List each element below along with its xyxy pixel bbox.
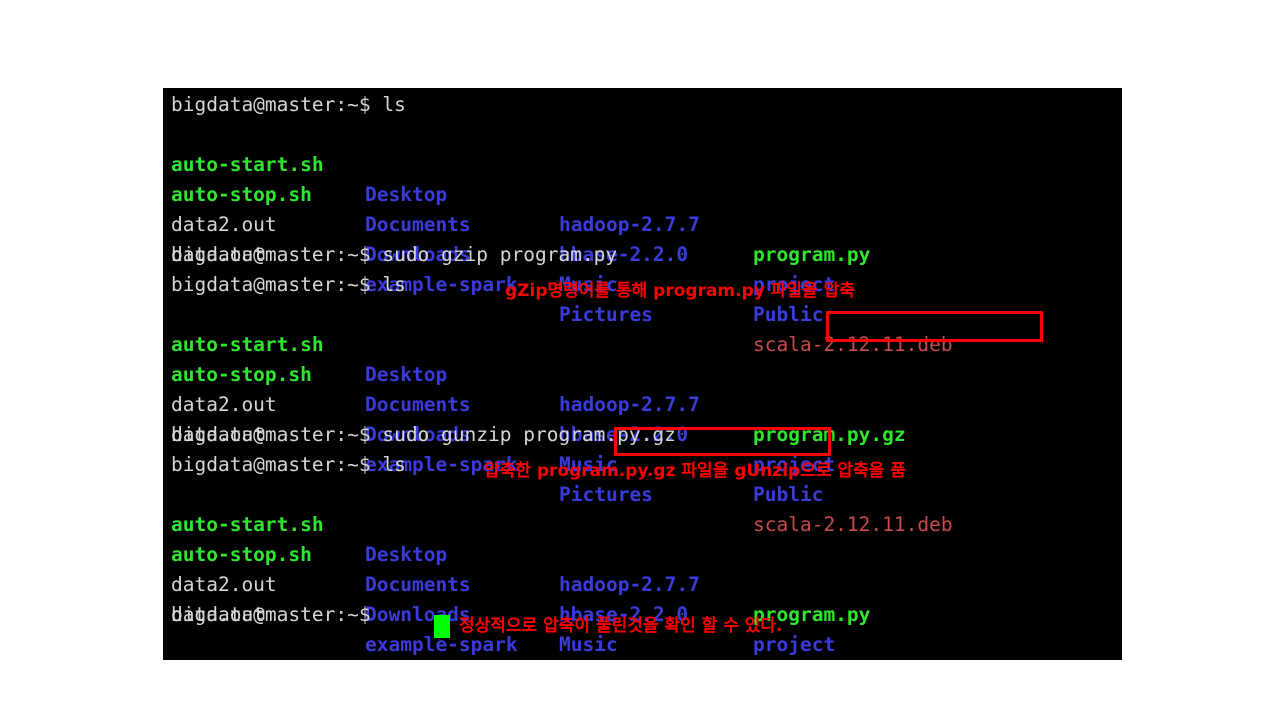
annotation-gunzip: 압축한 program.py.gz 파일을 gUnzip으로 압축을 품	[484, 461, 906, 481]
annotation-result: 정상적으로 압축이 풀린것을 확인 할 수 있다.	[459, 616, 783, 636]
terminal-line: bigdata@master:~$ ls	[171, 270, 406, 300]
terminal-line: bigdata@master:~$ sudo gunzip program.py…	[171, 420, 676, 450]
file-entry: hadoop-2.7.7	[559, 393, 700, 416]
shell-prompt: bigdata@master:~$	[171, 273, 371, 296]
file-entry: Documents	[365, 573, 471, 596]
annotation-gzip: gZip명령어를 통해 program.py 파일을 압축	[505, 281, 855, 301]
shell-prompt: bigdata@master:~$	[171, 453, 371, 476]
shell-prompt: bigdata@master:~$	[171, 243, 371, 266]
shell-prompt: bigdata@master:~$	[171, 603, 371, 626]
file-entry: Public	[753, 483, 824, 506]
terminal-line: bigdata@master:~$ ls	[171, 90, 406, 120]
file-entry: Downloads	[365, 603, 471, 626]
file-entry: Desktop	[365, 543, 448, 566]
shell-prompt: bigdata@master:~$	[171, 423, 371, 446]
file-entry: program.py	[753, 243, 871, 266]
shell-command: ls	[370, 273, 406, 296]
file-entry: Desktop	[365, 183, 448, 206]
shell-command: sudo gzip program.py	[370, 243, 618, 266]
shell-command: ls	[370, 93, 406, 116]
file-entry: Pictures	[559, 303, 653, 326]
file-entry: scala-2.12.11.deb	[753, 513, 953, 536]
shell-command: ls	[370, 453, 406, 476]
file-entry: Pictures	[559, 483, 653, 506]
file-entry: hadoop-2.7.7	[559, 573, 700, 596]
terminal-window[interactable]: bigdata@master:~$ ls auto-start.sh Deskt…	[163, 88, 1122, 660]
terminal-line: bigdata@master:~$ sudo gzip program.py	[171, 240, 617, 270]
shell-prompt: bigdata@master:~$	[171, 93, 371, 116]
terminal-line: bigdata@master:~$	[171, 600, 371, 630]
file-entry: Public	[753, 303, 824, 326]
file-entry: Documents	[365, 213, 471, 236]
file-entry: hadoop-2.7.7	[559, 213, 700, 236]
file-entry: Documents	[365, 393, 471, 416]
highlight-box-gz-file	[826, 311, 1043, 342]
terminal-cursor	[434, 615, 450, 638]
highlight-box-gunzip-arg	[614, 427, 831, 456]
terminal-line: bigdata@master:~$ ls	[171, 450, 406, 480]
file-entry: Desktop	[365, 363, 448, 386]
page-root: bigdata@master:~$ ls auto-start.sh Deskt…	[0, 0, 1280, 720]
